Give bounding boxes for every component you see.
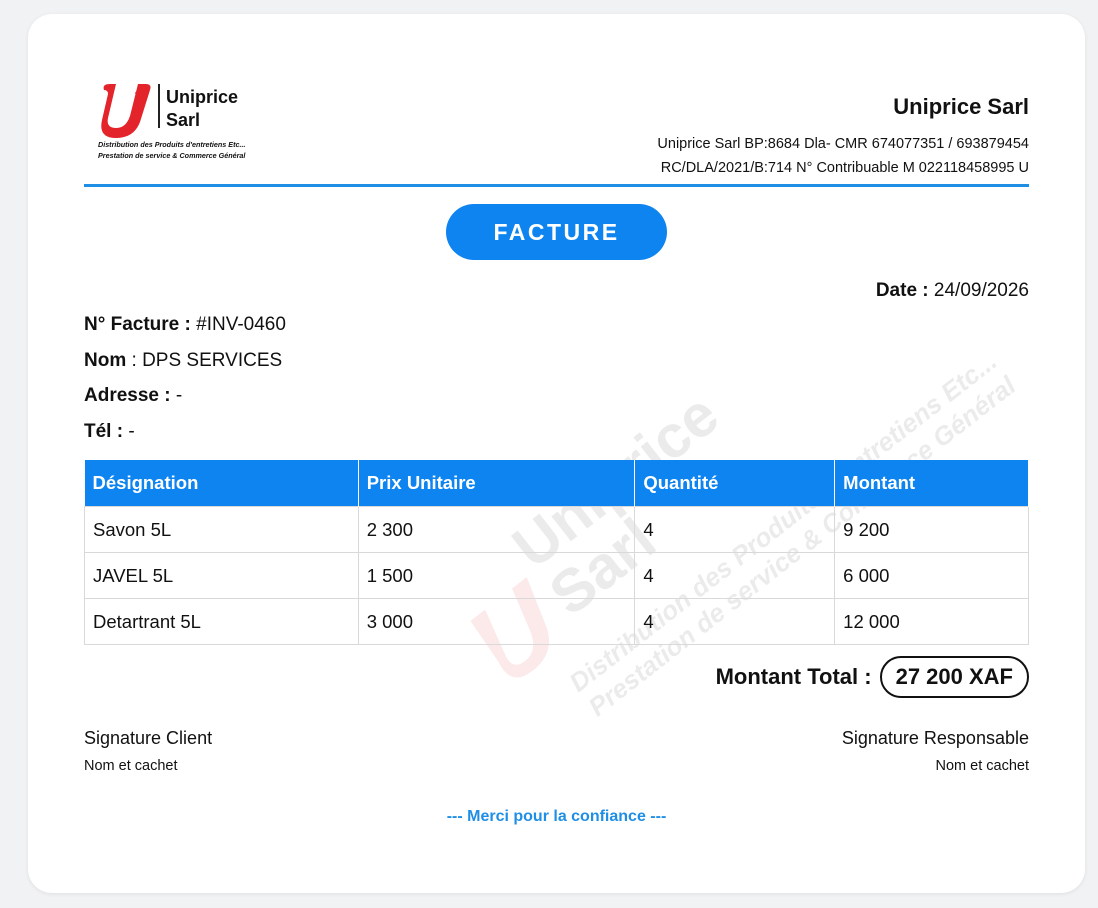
invoice-card: Uniprice Sarl Distribution des Produits … [28,14,1085,893]
cell-amount: 6 000 [834,552,1029,599]
client-signature-sub: Nom et cachet [84,758,178,774]
cell-unit-price: 2 300 [357,506,636,553]
company-address: Uniprice Sarl BP:8684 Dla- CMR 674077351… [657,136,1029,152]
cell-unit-price: 1 500 [357,552,636,599]
cell-designation: Savon 5L [84,506,359,553]
client-signature: Signature Client Nom et cachet [84,728,212,774]
customer-address-value: - [175,385,183,406]
table-row: Savon 5L 2 300 4 9 200 [84,506,1029,553]
cell-designation: Detartrant 5L [84,598,359,645]
manager-signature: Signature Responsable Nom et cachet [842,728,1029,774]
cell-amount: 12 000 [834,598,1029,645]
header-amount: Montant [834,460,1029,507]
customer-address-label: Adresse : [84,385,171,406]
cell-unit-price: 3 000 [357,598,636,645]
company-info: Uniprice Sarl Uniprice Sarl BP:8684 Dla-… [657,94,1029,181]
header-unit-price: Prix Unitaire [358,460,636,507]
total-label: Montant Total : [715,664,872,689]
date-label: Date : [875,280,929,301]
customer-name-label: Nom [84,349,127,371]
date-value: 24/09/2026 [933,280,1029,301]
total-value: 27 200 XAF [879,656,1029,698]
table-row: Detartrant 5L 3 000 4 12 000 [84,598,1029,645]
logo-tagline: Distribution des Produits d'entretiens E… [98,140,246,160]
logo-u-icon [101,84,151,138]
thank-you-note: --- Merci pour la confiance --- [446,808,667,825]
invoice-number-value: #INV-0460 [196,314,286,335]
logo-brand: Uniprice Sarl [166,87,239,131]
invoice-number-label: N° Facture : [84,314,191,335]
customer-phone-value: - [128,420,135,442]
customer-address: Adresse : - [84,385,286,421]
document-title: FACTURE [446,204,667,260]
cell-quantity: 4 [634,598,836,645]
company-registration: RC/DLA/2021/B:714 N° Contribuable M 0221… [660,159,1029,176]
total-amount: Montant Total : 27 200 XAF [716,656,1029,698]
manager-signature-title: Signature Responsable [841,728,1029,748]
customer-name: Nom : DPS SERVICES [84,350,286,386]
cell-amount: 9 200 [834,506,1029,553]
logo-divider [158,84,160,128]
invoice-number: N° Facture : #INV-0460 [84,314,286,350]
manager-signature-sub: Nom et cachet [935,758,1030,774]
header-divider [84,184,1029,187]
header-quantity: Quantité [634,460,836,507]
items-table: Désignation Prix Unitaire Quantité Monta… [84,460,1029,645]
customer-phone: Tél : - [84,421,286,457]
customer-info: N° Facture : #INV-0460 Nom : DPS SERVICE… [84,314,286,456]
company-name: Uniprice Sarl [893,94,1029,119]
cell-quantity: 4 [634,506,836,553]
cell-quantity: 4 [634,552,836,599]
company-logo: Uniprice Sarl Distribution des Produits … [96,80,296,165]
customer-name-value: : DPS SERVICES [131,349,283,371]
invoice-date: Date : 24/09/2026 [876,280,1029,302]
customer-phone-label: Tél : [84,420,124,442]
table-header-row: Désignation Prix Unitaire Quantité Monta… [84,460,1029,507]
invoice-content: Uniprice Sarl Distribution des Produits … [84,14,1029,893]
cell-designation: JAVEL 5L [84,552,359,599]
client-signature-title: Signature Client [84,728,213,748]
header-designation: Désignation [84,460,359,507]
table-row: JAVEL 5L 1 500 4 6 000 [84,552,1029,599]
